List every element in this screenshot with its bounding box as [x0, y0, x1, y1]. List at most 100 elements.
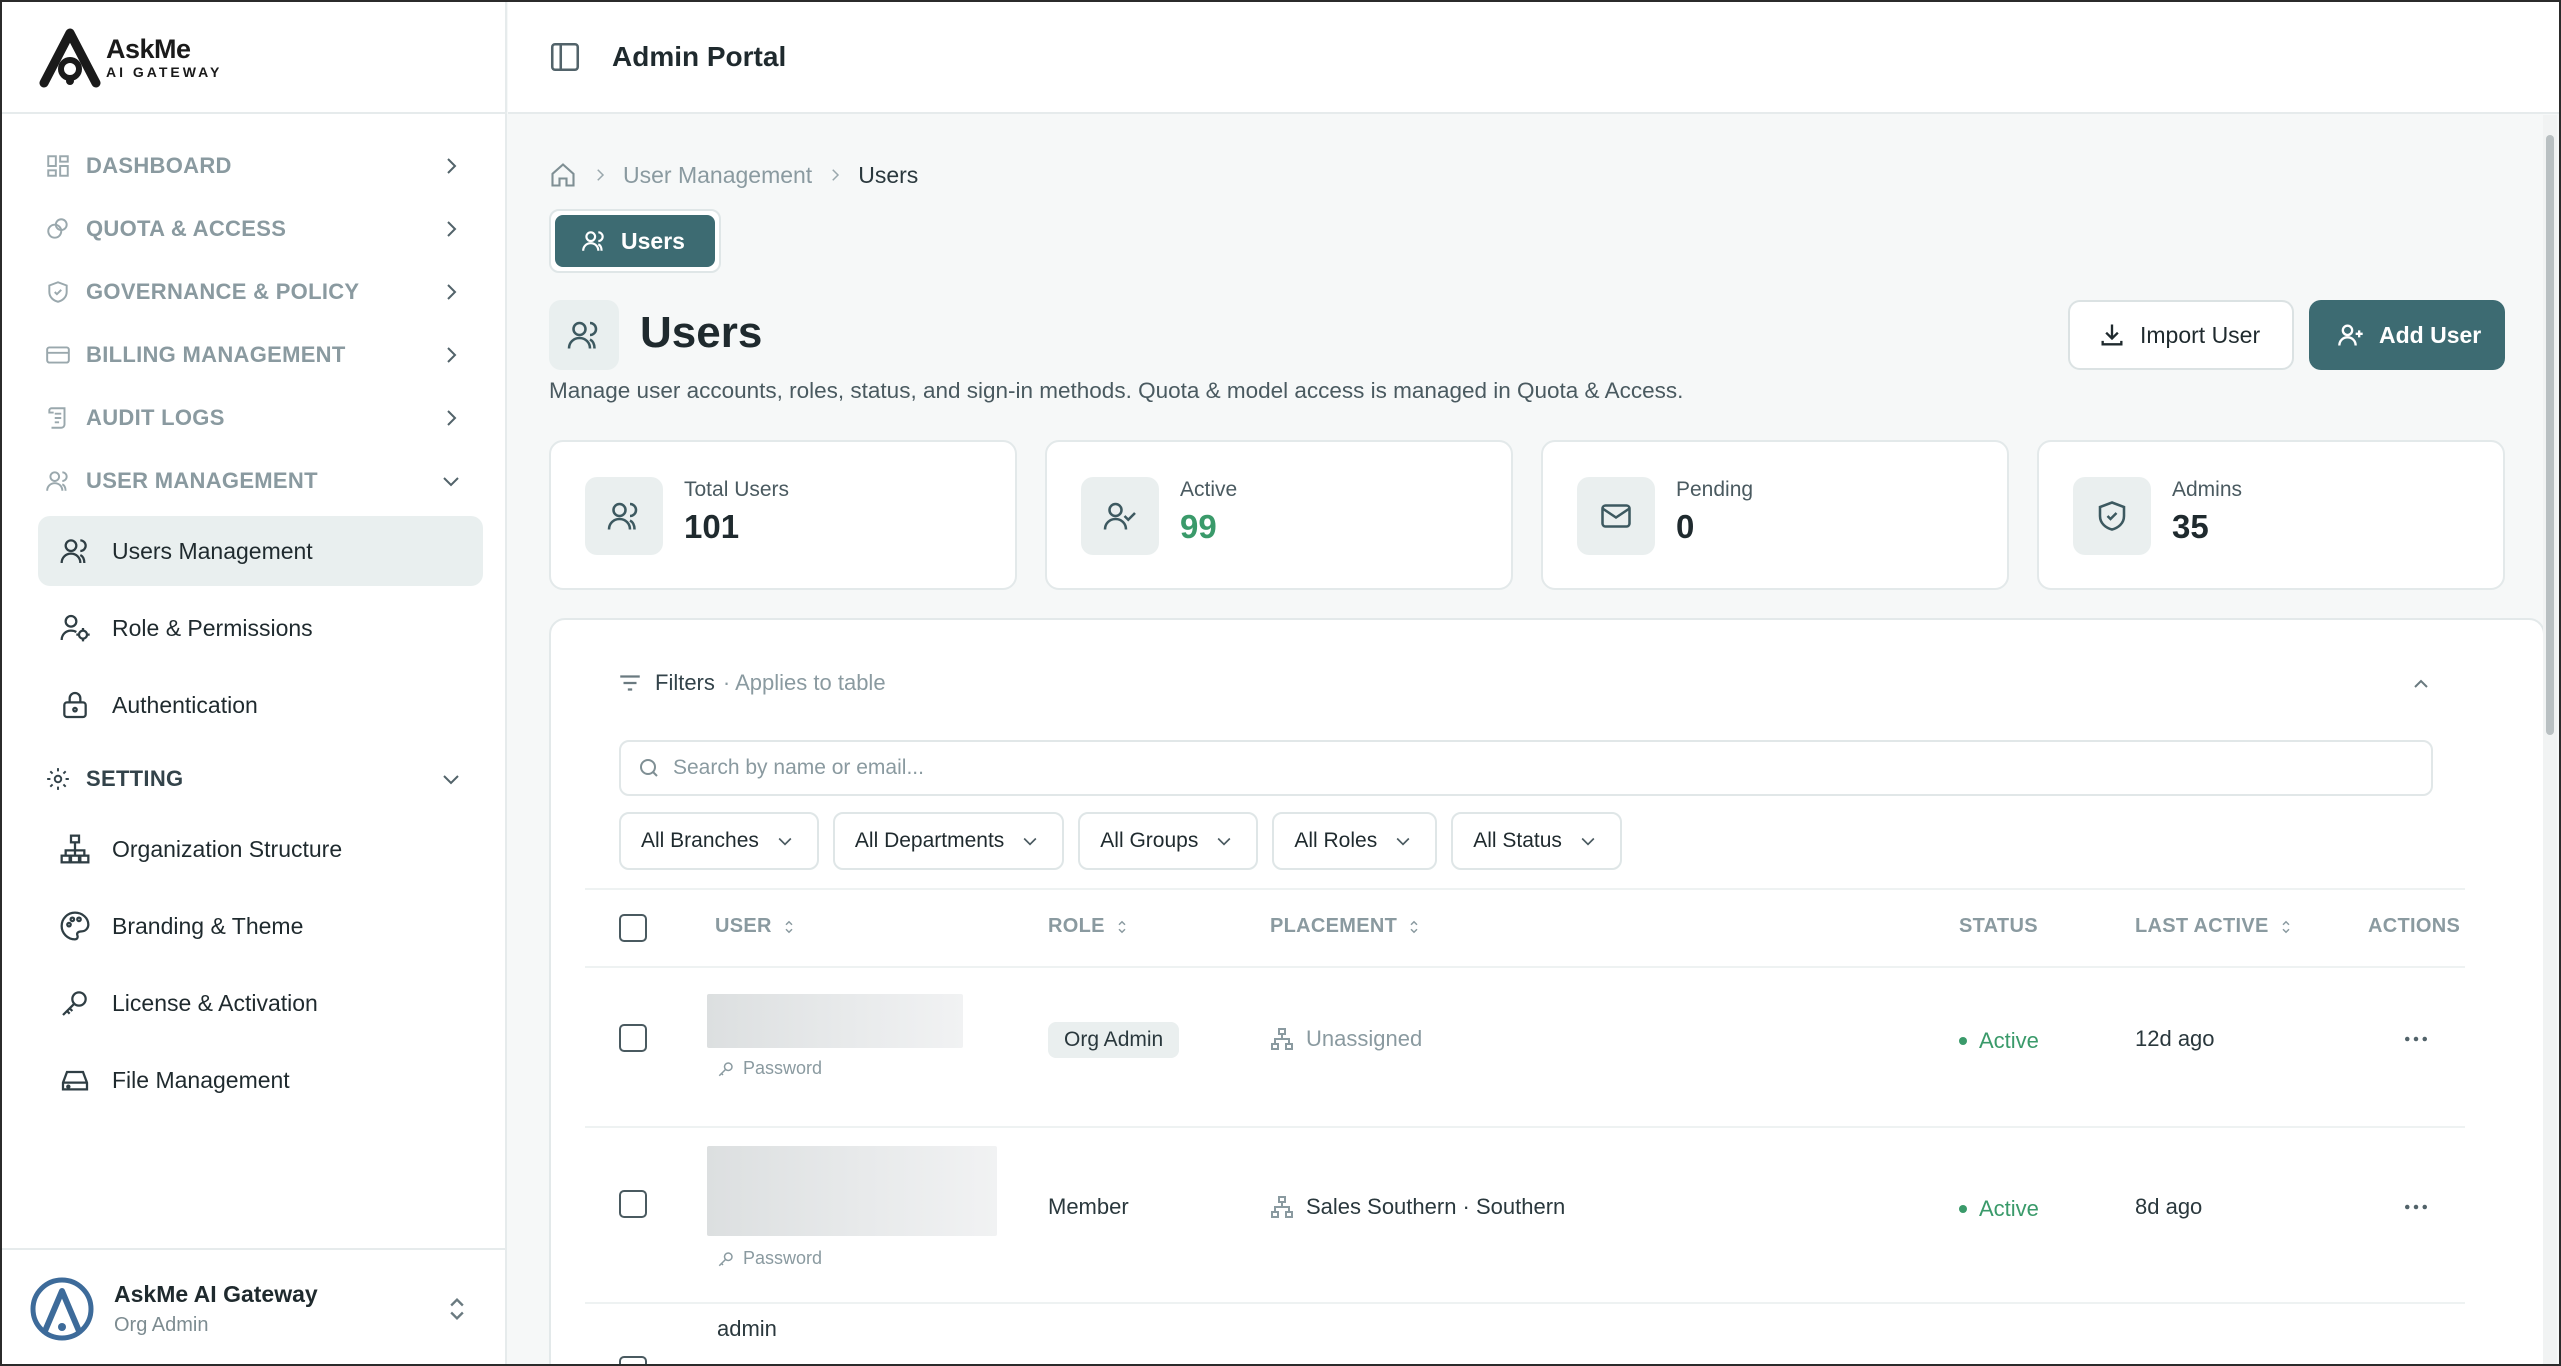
table-row[interactable]: Password Org Admin Unassigned Active 12d…: [585, 970, 2465, 1128]
column-header-last-active[interactable]: LAST ACTIVE: [2135, 915, 2295, 938]
sidebar-section-setting[interactable]: SETTING: [2, 747, 505, 810]
more-actions-icon[interactable]: [2401, 1024, 2431, 1054]
auth-method-label: Password: [743, 1058, 823, 1078]
column-header-user[interactable]: USER: [715, 915, 798, 938]
chevron-up-icon[interactable]: [2409, 672, 2433, 696]
sidebar-section-dashboard[interactable]: DASHBOARD: [2, 134, 505, 197]
add-user-button[interactable]: Add User: [2309, 300, 2505, 370]
status-filter-select[interactable]: All Status: [1451, 812, 1622, 870]
sidebar-item-role-permissions[interactable]: Role & Permissions: [38, 593, 483, 663]
stat-label: Total Users: [684, 478, 790, 501]
sidebar-toggle-icon[interactable]: [548, 40, 582, 74]
role-badge: Org Admin: [1048, 1022, 1180, 1058]
sidebar-item-label: Users Management: [112, 537, 313, 564]
department-filter-select[interactable]: All Departments: [832, 812, 1065, 870]
breadcrumb-item[interactable]: User Management: [623, 162, 812, 189]
column-header-placement[interactable]: PLACEMENT: [1270, 915, 1423, 938]
row-checkbox[interactable]: [619, 1356, 647, 1364]
page-description: Manage user accounts, roles, status, and…: [549, 378, 1684, 403]
sort-icon: [1118, 920, 1126, 933]
sidebar-section-user-management[interactable]: USER MANAGEMENT: [2, 449, 505, 512]
more-actions-icon[interactable]: [2401, 1192, 2431, 1222]
org-switcher[interactable]: AskMe AI Gateway Org Admin: [2, 1248, 505, 1364]
filter-icon: [620, 675, 640, 691]
last-active-cell: 12d ago: [2135, 1026, 2215, 1051]
search-input-wrapper: [619, 740, 2433, 796]
chevron-down-icon: [443, 476, 459, 486]
chevron-down-icon: [1396, 837, 1410, 846]
column-header-role[interactable]: ROLE: [1048, 915, 1131, 938]
sidebar-item-authentication[interactable]: Authentication: [38, 670, 483, 740]
chevron-down-icon: [778, 837, 792, 846]
user-plus-icon: [2338, 324, 2363, 346]
sidebar-item-license-activation[interactable]: License & Activation: [38, 968, 483, 1038]
sidebar-item-label: Organization Structure: [112, 835, 343, 862]
main-content: User Management Users Users Users Manage…: [508, 115, 2548, 1364]
branch-filter-select[interactable]: All Branches: [619, 812, 819, 870]
top-bar: Admin Portal: [508, 2, 2559, 114]
home-icon[interactable]: [549, 161, 577, 189]
brand-tagline: AI GATEWAY: [106, 63, 223, 80]
group-filter-select[interactable]: All Groups: [1078, 812, 1259, 870]
sidebar-section-label: GOVERNANCE & POLICY: [86, 278, 360, 304]
palette-icon: [58, 909, 92, 943]
sidebar-item-file-management[interactable]: File Management: [38, 1045, 483, 1115]
sort-icon: [2282, 920, 2290, 933]
filters-title: Filters: [655, 670, 715, 695]
sidebar-section-billing-management[interactable]: BILLING MANAGEMENT: [2, 323, 505, 386]
page-icon: [549, 300, 619, 370]
credit-card-icon: [44, 341, 72, 369]
search-input[interactable]: [673, 756, 2373, 780]
sidebar-item-label: License & Activation: [112, 989, 318, 1016]
table-row[interactable]: admin: [585, 1304, 2465, 1364]
stat-card-active: Active 99: [1045, 440, 1513, 590]
user-check-icon: [1081, 477, 1159, 555]
stat-card-total-users: Total Users 101: [549, 440, 1017, 590]
users-icon: [44, 467, 72, 495]
sidebar-section-governance-policy[interactable]: GOVERNANCE & POLICY: [2, 260, 505, 323]
chevron-down-icon: [1023, 837, 1037, 846]
filters-header[interactable]: Filters · Applies to table: [617, 670, 886, 696]
select-value: All Roles: [1294, 829, 1378, 852]
search-icon: [640, 759, 658, 777]
last-active-cell: 8d ago: [2135, 1194, 2203, 1219]
sidebar-section-audit-logs[interactable]: AUDIT LOGS: [2, 386, 505, 449]
column-label: USER: [715, 915, 772, 937]
scrollbar-thumb[interactable]: [2546, 135, 2554, 735]
stat-value: 35: [2172, 508, 2209, 545]
main-scrollbar[interactable]: [2543, 115, 2557, 1364]
import-user-button[interactable]: Import User: [2068, 300, 2294, 370]
tab-users[interactable]: Users: [555, 215, 715, 267]
row-checkbox[interactable]: [619, 1024, 647, 1052]
sidebar-item-organization-structure[interactable]: Organization Structure: [38, 814, 483, 884]
chevron-right-icon: [447, 346, 457, 363]
placement-cell: Unassigned: [1270, 1026, 1422, 1052]
sidebar-section-label: QUOTA & ACCESS: [86, 215, 287, 241]
brand-logo[interactable]: AskMe AI GATEWAY: [2, 2, 505, 114]
stat-label: Active: [1180, 478, 1238, 501]
sidebar-item-label: Branding & Theme: [112, 912, 304, 939]
placement-label: Sales Southern · Southern: [1306, 1194, 1566, 1219]
redacted-user-name: [707, 994, 963, 1048]
sidebar: AskMe AI GATEWAY DASHBOARD QUOTA & ACCES…: [2, 2, 507, 1364]
auth-method: Password: [717, 1248, 822, 1269]
add-user-label: Add User: [2379, 321, 2482, 348]
import-user-label: Import User: [2140, 321, 2261, 348]
select-all-checkbox[interactable]: [619, 914, 647, 942]
org-role: Org Admin: [114, 1314, 209, 1336]
placement-label: Unassigned: [1306, 1026, 1423, 1051]
table-row[interactable]: Password Member Sales Southern · Souther…: [585, 1128, 2465, 1304]
role-filter-select[interactable]: All Roles: [1272, 812, 1438, 870]
sidebar-section-quota-access[interactable]: QUOTA & ACCESS: [2, 197, 505, 260]
sort-icon: [785, 920, 793, 933]
shield-icon: [44, 278, 72, 306]
table-header: USER ROLE PLACEMENT STATUS LAST ACTIVE A…: [585, 888, 2465, 968]
sidebar-item-users-management[interactable]: Users Management: [38, 516, 483, 586]
sidebar-item-branding-theme[interactable]: Branding & Theme: [38, 891, 483, 961]
sidebar-item-label: File Management: [112, 1066, 290, 1093]
row-checkbox[interactable]: [619, 1190, 647, 1218]
sidebar-nav: DASHBOARD QUOTA & ACCESS GOVERNANCE & PO…: [2, 114, 505, 1115]
chevron-right-icon: [447, 283, 457, 300]
column-label: PLACEMENT: [1270, 915, 1398, 937]
app-window: AskMe AI GATEWAY DASHBOARD QUOTA & ACCES…: [0, 0, 2561, 1366]
